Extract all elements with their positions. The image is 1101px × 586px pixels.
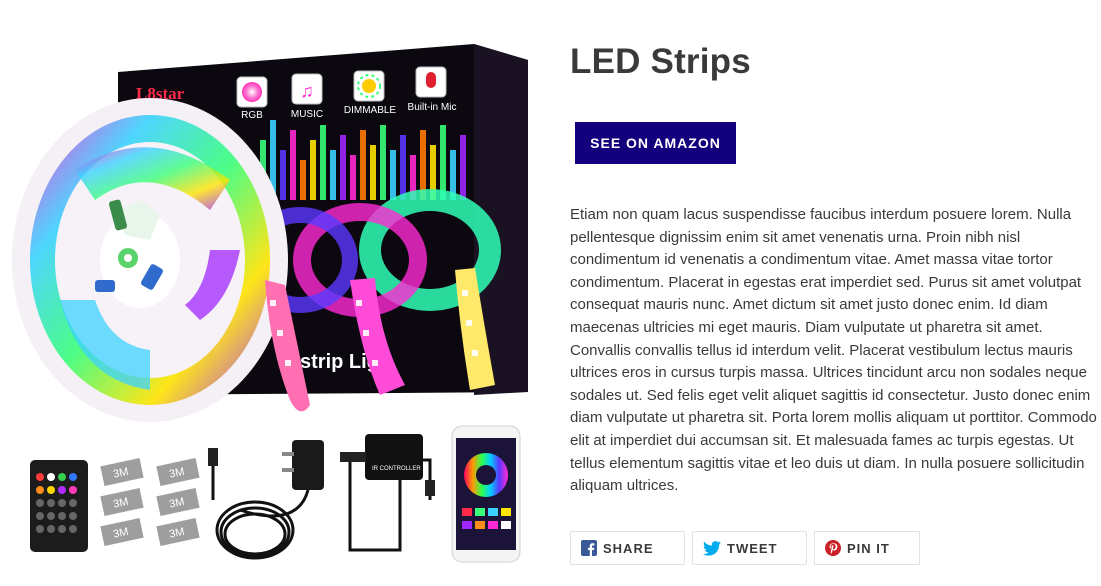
svg-text:IR CONTROLLER: IR CONTROLLER — [372, 466, 421, 472]
share-pinterest-button[interactable]: PIN IT — [814, 531, 920, 565]
power-adapter — [208, 440, 324, 560]
product-title: LED Strips — [570, 42, 751, 81]
product-info: LED Strips SEE ON AMAZON Etiam non quam … — [570, 40, 1100, 565]
share-twitter-button[interactable]: TWEET — [692, 531, 807, 565]
product-image[interactable]: strip Lig L8star RGB ♫ MUSIC DIMMABLE Bu… — [0, 0, 540, 586]
share-twitter-label: TWEET — [727, 540, 778, 556]
share-pinterest-label: PIN IT — [847, 540, 890, 556]
smartphone — [451, 425, 521, 563]
remote-control — [30, 460, 88, 552]
see-on-amazon-button[interactable]: SEE ON AMAZON — [575, 122, 736, 164]
svg-text:♫: ♫ — [300, 81, 314, 101]
facebook-icon — [581, 540, 597, 556]
pinterest-icon — [825, 540, 841, 556]
social-share-bar: SHARE TWEET PIN IT — [570, 531, 920, 565]
ir-controller: IR CONTROLLER — [340, 434, 435, 552]
led-reel — [12, 98, 288, 422]
feature-rgb: RGB — [241, 110, 263, 121]
feature-music: MUSIC — [291, 109, 323, 120]
share-facebook-label: SHARE — [603, 540, 654, 556]
feature-dimmable: DIMMABLE — [344, 105, 397, 116]
feature-mic: Built-in Mic — [408, 102, 457, 113]
adhesive-tapes: 3M 3M 3M 3M 3M 3M — [100, 458, 200, 546]
twitter-icon — [703, 540, 721, 556]
product-description: Etiam non quam lacus suspendisse faucibu… — [570, 206, 1097, 495]
share-facebook-button[interactable]: SHARE — [570, 531, 685, 565]
